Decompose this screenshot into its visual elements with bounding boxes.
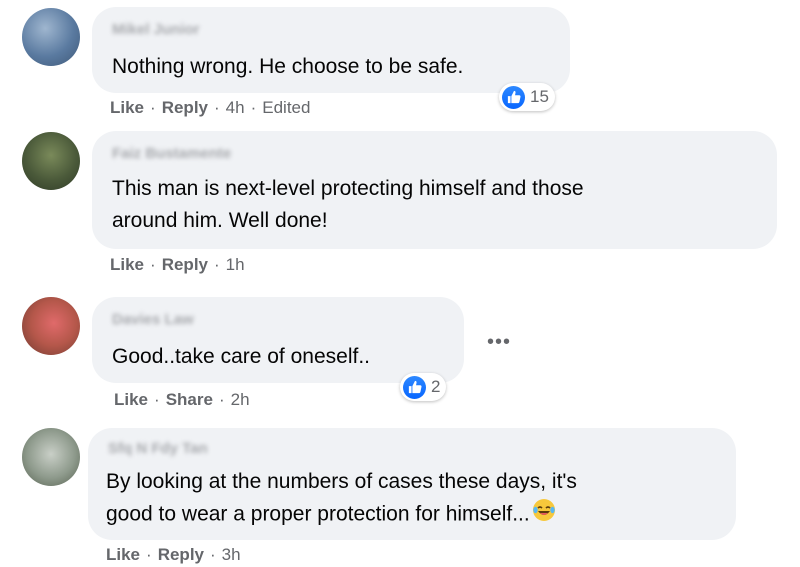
comment-actions: Like · Reply · 1h — [110, 255, 245, 274]
comment-text: Good..take care of oneself.. — [112, 345, 370, 368]
reply-button[interactable]: Reply — [162, 255, 208, 274]
timestamp[interactable]: 4h — [226, 98, 245, 117]
comment-author[interactable]: Mikel Junior — [112, 21, 200, 38]
edited-label[interactable]: Edited — [262, 98, 310, 117]
comment-text-line-1: This man is next-level protecting himsel… — [112, 177, 584, 200]
like-icon — [403, 375, 426, 399]
timestamp[interactable]: 3h — [222, 545, 241, 564]
avatar[interactable] — [22, 428, 80, 486]
like-button[interactable]: Like — [110, 98, 144, 117]
reply-button[interactable]: Reply — [162, 98, 208, 117]
timestamp[interactable]: 2h — [231, 390, 250, 409]
comment-text-line-2: around him. Well done! — [112, 209, 328, 232]
reaction-count-label: 15 — [530, 87, 549, 106]
like-button[interactable]: Like — [110, 255, 144, 274]
comment-text: Nothing wrong. He choose to be safe. — [112, 55, 464, 78]
comment-bubble: Sfq N Fdy Tan By looking at the numbers … — [88, 428, 736, 540]
comment-author[interactable]: Davies Law — [112, 311, 194, 328]
share-button[interactable]: Share — [166, 390, 213, 409]
reaction-count-label: 2 — [431, 377, 441, 396]
comment-text-line-1: By looking at the numbers of cases these… — [106, 470, 577, 493]
timestamp[interactable]: 1h — [226, 255, 245, 274]
comment-author[interactable]: Faiz Bustamente — [112, 145, 231, 162]
reply-button[interactable]: Reply — [158, 545, 204, 564]
comment-author[interactable]: Sfq N Fdy Tan — [108, 440, 208, 457]
reaction-count[interactable]: 15 — [499, 83, 555, 111]
reaction-count[interactable]: 2 — [400, 373, 447, 401]
avatar[interactable] — [22, 297, 80, 355]
comment-bubble: Davies Law Good..take care of oneself.. — [92, 297, 464, 383]
comment-bubble: Faiz Bustamente This man is next-level p… — [92, 131, 777, 249]
comment-actions: Like · Reply · 3h — [106, 545, 241, 564]
comment-actions: Like · Share · 2h — [114, 390, 250, 409]
more-options-button[interactable]: ••• — [487, 331, 511, 354]
comment-text-line-2: good to wear a proper protection for him… — [106, 498, 556, 532]
avatar[interactable] — [22, 8, 80, 66]
like-icon — [502, 85, 525, 109]
comment-text-line-2-content: good to wear a proper protection for him… — [106, 502, 530, 526]
laughing-tears-emoji — [532, 498, 556, 532]
avatar[interactable] — [22, 132, 80, 190]
like-button[interactable]: Like — [114, 390, 148, 409]
like-button[interactable]: Like — [106, 545, 140, 564]
comment-bubble: Mikel Junior Nothing wrong. He choose to… — [92, 7, 570, 93]
comment-actions: Like · Reply · 4h · Edited — [110, 98, 311, 117]
